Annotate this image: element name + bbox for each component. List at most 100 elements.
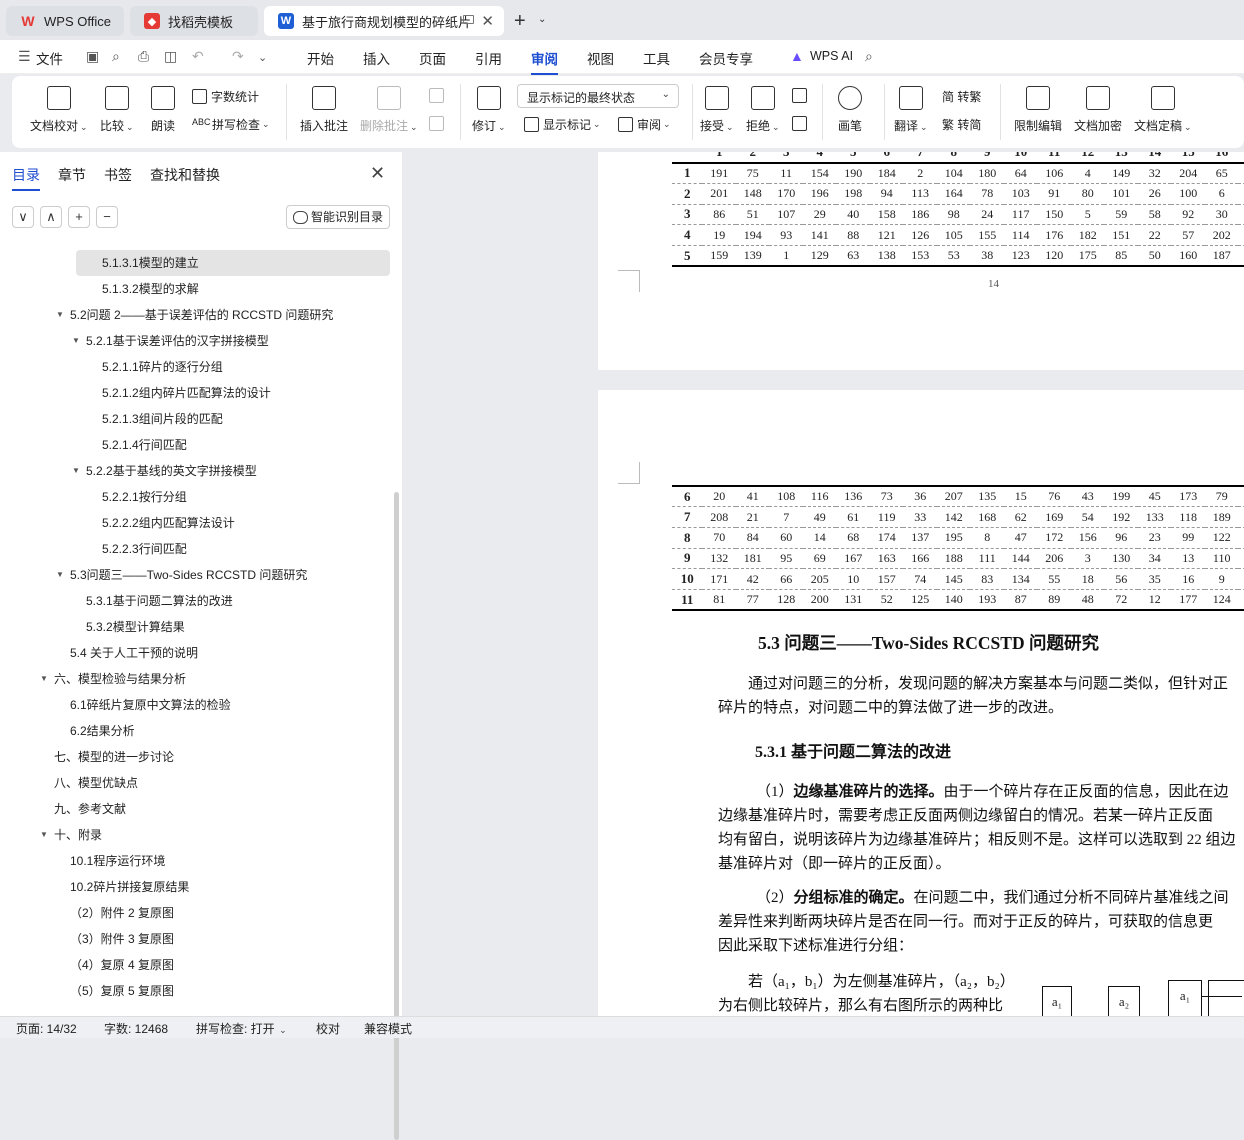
doc-proof-button[interactable]: 文档校对 ⌄ xyxy=(30,86,88,134)
menu-home[interactable]: 开始 xyxy=(307,48,334,68)
search-icon[interactable]: ⌕ xyxy=(865,48,873,65)
encrypt-button[interactable]: 文档加密 xyxy=(1074,86,1122,134)
prev-comment-button[interactable] xyxy=(429,88,448,103)
document-page: 1234567891011121314151617119175111541901… xyxy=(598,152,1244,370)
expand-triangle-icon[interactable]: ▼ xyxy=(56,302,64,328)
table-cell: 1 xyxy=(702,152,736,164)
more-chevron-icon[interactable]: ⌄ xyxy=(258,51,267,64)
close-panel-icon[interactable]: ✕ xyxy=(370,163,385,184)
table-cell: 155 xyxy=(970,224,1004,246)
finalize-button[interactable]: 文档定稿 ⌄ xyxy=(1134,86,1192,134)
restrict-edit-button[interactable]: 限制编辑 xyxy=(1014,86,1062,134)
panel-tab-toc[interactable]: 目录 xyxy=(12,165,40,191)
menu-view[interactable]: 视图 xyxy=(587,48,614,68)
simp-to-trad-button[interactable]: 简 转繁 xyxy=(942,88,981,105)
markup-state-select[interactable]: 显示标记的最终状态 ⌄ xyxy=(517,84,679,108)
expand-triangle-icon[interactable]: ▼ xyxy=(72,328,80,354)
insert-comment-button[interactable]: 插入批注 xyxy=(300,86,348,134)
figure-box: a₂ xyxy=(1108,986,1140,1016)
figure-box xyxy=(1208,980,1244,1016)
table-cell: 177 xyxy=(1171,589,1205,612)
close-tab-icon[interactable]: ✕ xyxy=(481,12,494,30)
translate-button[interactable]: 翻译 ⌄ xyxy=(894,86,928,134)
save-icon[interactable]: ▣ xyxy=(86,48,99,65)
panel-tab-sections[interactable]: 章节 xyxy=(58,165,86,185)
table-cell: 117 xyxy=(1003,204,1038,226)
toc-item-label: 5.2.1.4行间匹配 xyxy=(102,438,187,452)
tab-wps-office[interactable]: W WPS Office xyxy=(6,6,124,36)
spell-check-icon: ABC xyxy=(192,117,211,127)
table-cell: 12 xyxy=(1070,152,1105,164)
expand-triangle-icon[interactable]: ▼ xyxy=(40,822,48,848)
table-cell: 84 xyxy=(735,527,770,549)
table-row: 11 81 77 128 200 131 52 125 140 193 87 89 48 72 12 177 1… xyxy=(672,589,1244,612)
menu-member[interactable]: 会员专享 xyxy=(699,48,753,68)
expand-triangle-icon[interactable]: ▼ xyxy=(56,562,64,588)
next-change-button[interactable] xyxy=(792,116,811,131)
proof-status[interactable]: 校对 xyxy=(316,1020,340,1037)
accept-button[interactable]: 接受 ⌄ xyxy=(700,86,734,134)
chevron-down-icon[interactable]: ⌄ xyxy=(538,14,546,25)
table-cell: 65 xyxy=(1204,162,1239,184)
table-cell: 11 xyxy=(1037,152,1071,164)
review-pane-button[interactable]: 审阅 ⌄ xyxy=(618,116,671,133)
navigation-panel: 目录 章节 书签 查找和替换 ✕ ∨ ∧ + − 智能识别目录 5.1.3.1模… xyxy=(0,152,402,1140)
table-cell: 180 xyxy=(970,162,1004,184)
export-icon[interactable]: ⌕ xyxy=(112,48,120,65)
menu-insert[interactable]: 插入 xyxy=(363,48,390,68)
print-icon[interactable]: ⎙ xyxy=(138,48,149,65)
pen-button[interactable]: 画笔 xyxy=(838,86,862,134)
next-comment-button[interactable] xyxy=(429,116,448,131)
table-cell: 164 xyxy=(936,183,971,205)
menu-page[interactable]: 页面 xyxy=(419,48,446,68)
collapse-all-button[interactable]: ∨ xyxy=(12,206,34,228)
divider xyxy=(884,84,885,140)
menu-tools[interactable]: 工具 xyxy=(643,48,670,68)
new-tab-icon[interactable]: + xyxy=(514,10,526,33)
menu-hamburger-icon[interactable]: ☰ xyxy=(18,48,31,65)
panel-tab-bookmarks[interactable]: 书签 xyxy=(104,165,132,185)
undo-icon[interactable]: ↶ xyxy=(192,48,204,65)
redo-icon[interactable]: ↷ xyxy=(232,48,244,65)
prev-change-button[interactable] xyxy=(792,88,811,103)
expand-triangle-icon[interactable]: ▼ xyxy=(40,666,48,692)
menu-file[interactable]: 文件 xyxy=(36,48,63,68)
smart-toc-button[interactable]: 智能识别目录 xyxy=(286,205,390,229)
trad-to-simp-button[interactable]: 繁 转简 xyxy=(942,116,981,133)
menu-wps-ai[interactable]: WPS AI xyxy=(810,49,853,63)
add-heading-button[interactable]: + xyxy=(68,206,90,228)
menu-review[interactable]: 审阅 xyxy=(531,48,558,75)
revise-button[interactable]: 修订 ⌄ xyxy=(472,86,506,134)
spell-check-button[interactable]: ABC 拼写检查 ⌄ xyxy=(192,116,270,133)
toc-scrollbar[interactable] xyxy=(394,492,399,1140)
delete-comment-button[interactable]: 删除批注 ⌄ xyxy=(360,86,418,134)
tab-document[interactable]: W 基于旅行商规划模型的碎纸片 ✕ xyxy=(264,6,504,36)
reject-button[interactable]: 拒绝 ⌄ xyxy=(746,86,780,134)
read-aloud-button[interactable]: 朗读 xyxy=(151,86,175,134)
show-markup-button[interactable]: 显示标记 ⌄ xyxy=(524,116,601,133)
word-count-button[interactable]: 字数统计 xyxy=(192,88,259,105)
wps-ai-icon[interactable]: ▲ xyxy=(790,48,804,64)
toc-item[interactable]: 5.1.3.1模型的建立 xyxy=(76,250,390,276)
table-cell: 59 xyxy=(1104,204,1138,226)
expand-triangle-icon[interactable]: ▼ xyxy=(72,458,80,484)
comment-add-icon xyxy=(312,86,336,110)
panel-tab-find-replace[interactable]: 查找和替换 xyxy=(150,165,220,185)
divider xyxy=(822,84,823,140)
spell-check-status[interactable]: 拼写检查: 打开 ⌄ xyxy=(196,1020,287,1037)
toc-item-label: （4）复原 4 复原图 xyxy=(70,958,175,972)
expand-all-button[interactable]: ∧ xyxy=(40,206,62,228)
compare-button[interactable]: 比较 ⌄ xyxy=(100,86,134,134)
table-cell: 89 xyxy=(1037,589,1071,612)
table-cell: 75 xyxy=(735,162,770,184)
table-cell: 91 xyxy=(1037,183,1071,205)
word-count-indicator[interactable]: 字数: 12468 xyxy=(104,1020,168,1037)
spell-check-label: 拼写检查 xyxy=(212,118,261,132)
menu-references[interactable]: 引用 xyxy=(475,48,502,68)
tab-template[interactable]: ◆ 找稻壳模板 xyxy=(130,6,258,36)
table-cell: 32 xyxy=(1137,162,1172,184)
page-indicator[interactable]: 页面: 14/32 xyxy=(16,1020,77,1037)
remove-heading-button[interactable]: − xyxy=(96,206,118,228)
print-preview-icon[interactable]: ◫ xyxy=(164,48,177,65)
table-cell: 154 xyxy=(802,162,837,184)
